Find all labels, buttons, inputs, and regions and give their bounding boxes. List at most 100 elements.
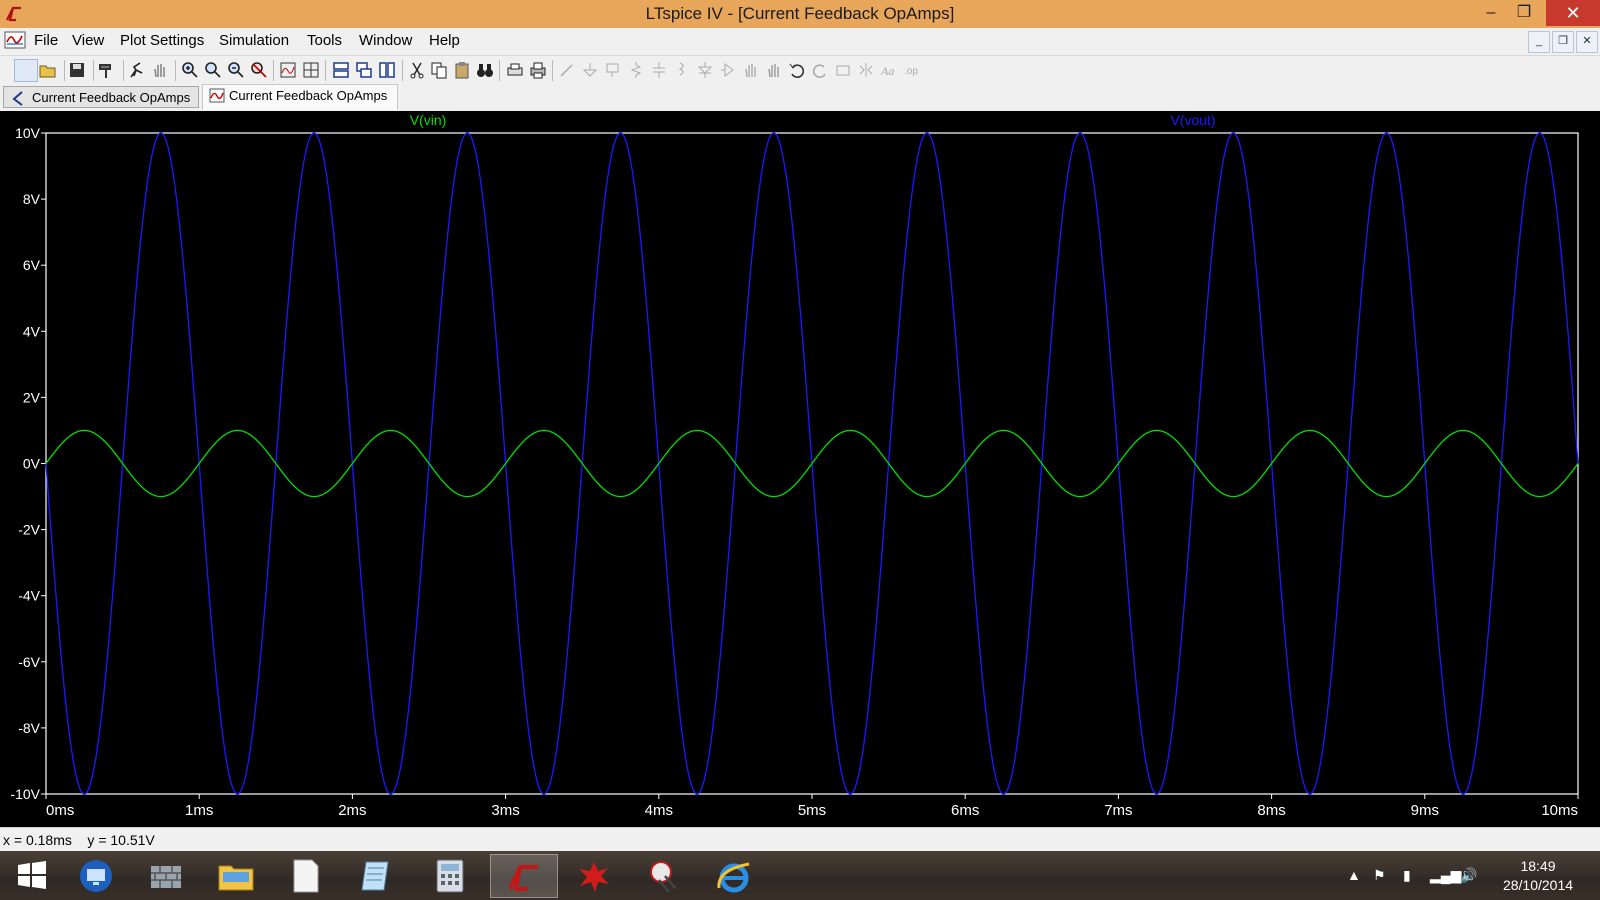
document-icon — [293, 859, 319, 893]
print-preview-icon[interactable] — [506, 61, 524, 79]
x-tick-label: 9ms — [1411, 802, 1439, 819]
label-net-icon — [604, 61, 622, 79]
mdi-minimize-button[interactable]: _ — [1528, 31, 1550, 53]
x-tick-label: 1ms — [185, 802, 213, 819]
new-schematic-icon[interactable] — [14, 59, 38, 82]
grid-icon[interactable] — [302, 61, 320, 79]
taskbar-paint-splat[interactable] — [562, 854, 626, 898]
taskbar-notepad[interactable] — [344, 854, 408, 898]
trace-vin[interactable] — [45, 429, 1579, 498]
undo-icon[interactable] — [788, 61, 806, 79]
taskbar-firewall[interactable] — [134, 854, 198, 898]
x-tick-label: 5ms — [798, 802, 826, 819]
x-tick-label: 6ms — [951, 802, 979, 819]
zoom-out-icon[interactable] — [227, 61, 245, 79]
zoom-area-icon[interactable] — [204, 61, 222, 79]
power-icon[interactable]: ▮ — [1403, 867, 1411, 884]
waveform-chart[interactable]: 10V 8V 6V 4V 2V 0V -2V -4V -6V -8V -10V 0ms 1ms 2ms 3… — [0, 111, 1600, 827]
find-binoculars-icon[interactable] — [476, 61, 494, 79]
tab-waveform-label: Current Feedback OpAmps — [229, 88, 388, 103]
y-tick-label: 8V — [23, 191, 41, 207]
taskbar-document[interactable] — [274, 854, 338, 898]
show-hidden-icons-icon[interactable]: ▲ — [1347, 867, 1361, 883]
y-tick-label: 4V — [23, 323, 41, 339]
waveform-plot[interactable]: 10V 8V 6V 4V 2V 0V -2V -4V -6V -8V -10V 0ms 1ms 2ms 3… — [0, 111, 1600, 827]
start-button[interactable] — [0, 854, 64, 898]
control-panel-hammer-icon[interactable] — [98, 61, 116, 79]
draw-wire-icon — [558, 61, 576, 79]
taskbar-snipping-tool[interactable] — [632, 854, 696, 898]
menu-simulation[interactable]: Simulation — [219, 32, 289, 49]
volume-icon[interactable]: 🔊 — [1460, 867, 1477, 884]
menu-view[interactable]: View — [72, 32, 104, 49]
zoom-in-icon[interactable] — [181, 61, 199, 79]
close-button[interactable]: ✕ — [1546, 0, 1600, 26]
toolbar-separator — [552, 60, 553, 81]
cascade-windows-icon[interactable] — [355, 61, 373, 79]
taskbar-internet-explorer[interactable] — [702, 854, 766, 898]
save-icon[interactable] — [68, 61, 86, 79]
mirror-icon — [857, 61, 875, 79]
windows-taskbar: ▲ ⚑ ▮ ▂▄▆ 🔊 18:49 28/10/2014 — [0, 851, 1600, 900]
paste-icon[interactable] — [453, 61, 471, 79]
cursor-readout: x = 0.18ms y = 10.51V — [3, 832, 155, 848]
taskbar-file-explorer[interactable] — [204, 854, 268, 898]
toolbar: Aa .op — [0, 55, 1600, 86]
run-simulation-icon[interactable] — [128, 61, 146, 79]
open-folder-icon[interactable] — [39, 61, 57, 79]
x-tick-label: 3ms — [491, 802, 519, 819]
firewall-icon — [151, 866, 181, 888]
clock-date: 28/10/2014 — [1502, 877, 1574, 893]
tile-vertical-icon[interactable] — [378, 61, 396, 79]
mdi-close-button[interactable]: ✕ — [1576, 31, 1598, 53]
system-clock[interactable]: 18:49 28/10/2014 — [1488, 857, 1588, 895]
y-tick-label: -8V — [18, 720, 40, 736]
menu-plot-settings[interactable]: Plot Settings — [120, 32, 204, 49]
ltspice-icon — [508, 865, 538, 891]
clock-time: 18:49 — [1520, 858, 1556, 874]
capacitor-icon — [650, 61, 668, 79]
menu-help[interactable]: Help — [429, 32, 460, 49]
component-icon — [719, 61, 737, 79]
x-tick-label: 7ms — [1104, 802, 1132, 819]
y-tick-label: 10V — [15, 125, 41, 141]
tab-waveform[interactable]: Current Feedback OpAmps — [202, 84, 398, 110]
redo-icon — [811, 61, 829, 79]
calculator-icon — [436, 859, 464, 893]
minimize-button[interactable]: – — [1475, 0, 1507, 26]
move-hand-icon — [742, 61, 760, 79]
taskbar-ltspice[interactable] — [490, 854, 558, 898]
print-icon[interactable] — [529, 61, 547, 79]
y-tick-label: -6V — [18, 654, 40, 670]
menu-file[interactable]: File — [34, 32, 58, 49]
tab-schematic[interactable]: Current Feedback OpAmps — [3, 86, 199, 108]
autorange-icon[interactable] — [279, 61, 297, 79]
toolbar-separator — [402, 60, 403, 81]
waveform-document-icon[interactable] — [4, 30, 26, 55]
menu-tools[interactable]: Tools — [307, 32, 342, 49]
zoom-fit-icon[interactable] — [250, 61, 268, 79]
status-bar: x = 0.18ms y = 10.51V — [0, 827, 1600, 851]
toolbar-separator — [325, 60, 326, 81]
y-tick-label: -2V — [18, 522, 40, 538]
menu-window[interactable]: Window — [359, 32, 412, 49]
maximize-button[interactable]: ❐ — [1508, 0, 1540, 26]
legend-vout[interactable]: V(vout) — [1170, 112, 1215, 128]
action-center-flag-icon[interactable]: ⚑ — [1373, 867, 1386, 884]
mdi-restore-button[interactable]: ❐ — [1552, 31, 1574, 53]
file-explorer-icon — [218, 865, 254, 891]
toolbar-separator — [273, 60, 274, 81]
diode-icon — [696, 61, 714, 79]
svg-text:.op: .op — [904, 66, 918, 77]
pan-hand-icon[interactable] — [151, 61, 169, 79]
tile-horizontal-icon[interactable] — [332, 61, 350, 79]
toolbar-separator — [175, 60, 176, 81]
copy-icon[interactable] — [430, 61, 448, 79]
notepad-icon — [361, 861, 389, 891]
legend-vin[interactable]: V(vin) — [410, 112, 447, 128]
taskbar-calculator[interactable] — [418, 854, 482, 898]
taskbar-remote-desktop[interactable] — [64, 854, 128, 898]
y-tick-label: -4V — [18, 588, 40, 604]
network-signal-icon[interactable]: ▂▄▆ — [1430, 867, 1461, 884]
cut-icon[interactable] — [408, 61, 426, 79]
